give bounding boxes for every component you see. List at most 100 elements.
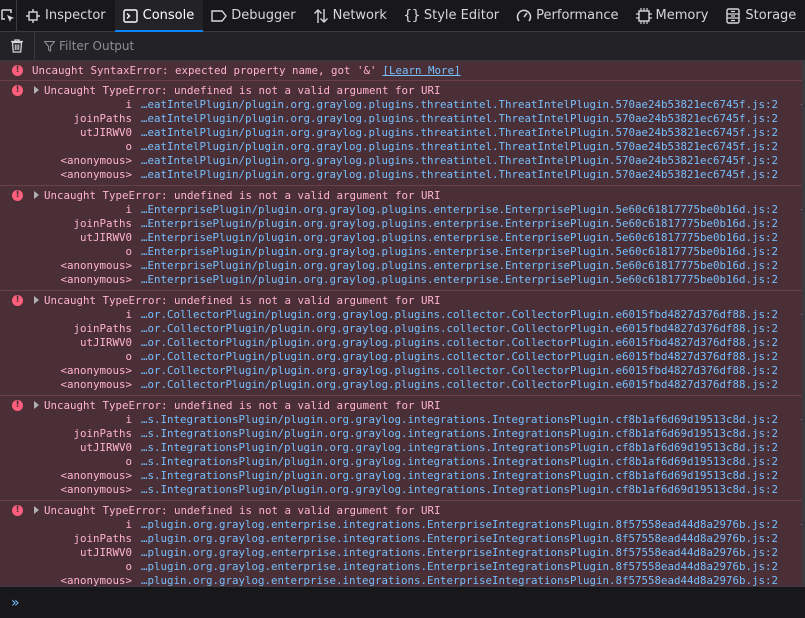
frame-source-link[interactable]: …s.IntegrationsPlugin/plugin.org.graylog… (141, 455, 778, 469)
stack-frame: <anonymous> …EnterprisePlugin/plugin.org.… (0, 259, 805, 273)
frame-source-link[interactable]: …eatIntelPlugin/plugin.org.graylog.plugi… (141, 140, 778, 154)
frame-function-name: <anonymous> (60, 483, 132, 496)
console-message[interactable]: ! Uncaught TypeError: undefined is not a … (0, 81, 805, 186)
frame-function-name: <anonymous> (60, 168, 132, 181)
stack-frame: joinPaths …EnterprisePlugin/plugin.org.gr… (0, 217, 805, 231)
expand-arrow-icon[interactable] (34, 86, 39, 94)
devtools-toolbar: Inspector Console Debugger Network {} St… (0, 0, 805, 32)
console-message[interactable]: ! Uncaught TypeError: undefined is not a … (0, 501, 805, 586)
frame-source-link[interactable]: …eatIntelPlugin/plugin.org.graylog.plugi… (141, 168, 778, 182)
frame-function-name: utJIRWV0 (79, 546, 132, 559)
frame-source-link[interactable]: …s.IntegrationsPlugin/plugin.org.graylog… (141, 483, 778, 497)
frame-source-link[interactable]: …s.IntegrationsPlugin/plugin.org.graylog… (141, 427, 778, 441)
stack-frame: joinPaths …or.CollectorPlugin/plugin.org.… (0, 322, 805, 336)
frame-source-link[interactable]: …EnterprisePlugin/plugin.org.graylog.plu… (141, 245, 778, 259)
frame-source-link[interactable]: …plugin.org.graylog.enterprise.integrati… (141, 546, 778, 560)
stack-frame: utJIRWV0 …EnterprisePlugin/plugin.org.gra… (0, 231, 805, 245)
frame-source-link[interactable]: …s.IntegrationsPlugin/plugin.org.graylog… (141, 413, 778, 427)
console-input[interactable]: » (0, 586, 805, 618)
tab-storage[interactable]: Storage (717, 0, 805, 31)
frame-function-name: i (125, 203, 132, 216)
error-message-text: Uncaught TypeError: undefined is not a v… (44, 294, 441, 307)
memory-icon (635, 7, 652, 24)
frame-function-name: joinPaths (73, 322, 132, 335)
filter-output-input[interactable] (55, 39, 359, 53)
tab-memory[interactable]: Memory (628, 0, 718, 31)
frame-source-link[interactable]: …EnterprisePlugin/plugin.org.graylog.plu… (141, 259, 778, 273)
frame-source-link[interactable]: …EnterprisePlugin/plugin.org.graylog.plu… (141, 203, 778, 217)
expand-arrow-icon[interactable] (34, 191, 39, 199)
frame-function-name: o (125, 560, 132, 573)
frame-function-name: <anonymous> (60, 378, 132, 391)
frame-source-link[interactable]: …or.CollectorPlugin/plugin.org.graylog.p… (141, 378, 778, 392)
tab-network[interactable]: Network (305, 0, 396, 31)
debugger-icon (211, 8, 228, 24)
stack-frame: <anonymous> …or.CollectorPlugin/plugin.or… (0, 378, 805, 392)
frame-source-link[interactable]: …eatIntelPlugin/plugin.org.graylog.plugi… (141, 98, 778, 112)
error-message-text: Uncaught TypeError: undefined is not a v… (44, 84, 441, 97)
filter-icon (44, 40, 55, 52)
tab-label: Console (142, 8, 195, 23)
expand-arrow-icon[interactable] (34, 401, 39, 409)
frame-source-link[interactable]: …eatIntelPlugin/plugin.org.graylog.plugi… (141, 126, 778, 140)
stack-frame: i …or.CollectorPlugin/plugin.org.graylog.… (0, 308, 805, 322)
frame-source-link[interactable]: …or.CollectorPlugin/plugin.org.graylog.p… (141, 336, 778, 350)
frame-source-link[interactable]: …EnterprisePlugin/plugin.org.graylog.plu… (141, 231, 778, 245)
frame-function-name: utJIRWV0 (79, 126, 132, 139)
tab-performance[interactable]: Performance (508, 0, 627, 31)
stack-frame: <anonymous> …or.CollectorPlugin/plugin.or… (0, 364, 805, 378)
stack-frame: <anonymous> …s.IntegrationsPlugin/plugin.… (0, 483, 805, 497)
stack-frame: joinPaths …eatIntelPlugin/plugin.org.gray… (0, 112, 805, 126)
frame-source-link[interactable]: …plugin.org.graylog.enterprise.integrati… (141, 560, 778, 574)
tab-label: Storage (745, 8, 797, 23)
frame-function-name: joinPaths (73, 112, 132, 125)
frame-function-name: utJIRWV0 (79, 441, 132, 454)
tab-inspector[interactable]: Inspector (17, 0, 115, 31)
frame-source-link[interactable]: …EnterprisePlugin/plugin.org.graylog.plu… (141, 273, 778, 287)
frame-function-name: o (125, 455, 132, 468)
frame-source-link[interactable]: …eatIntelPlugin/plugin.org.graylog.plugi… (141, 112, 778, 126)
expand-arrow-icon[interactable] (34, 296, 39, 304)
frame-source-link[interactable]: …plugin.org.graylog.enterprise.integrati… (141, 574, 778, 586)
tab-console[interactable]: Console (114, 0, 204, 32)
stack-frame: utJIRWV0 …s.IntegrationsPlugin/plugin.org… (0, 441, 805, 455)
stack-frame: utJIRWV0 …or.CollectorPlugin/plugin.org.g… (0, 336, 805, 350)
tab-label: Inspector (45, 8, 106, 23)
message-text: Uncaught TypeError: undefined is not a v… (34, 84, 441, 98)
learn-more-link[interactable]: [Learn More] (383, 64, 461, 77)
element-picker-button[interactable] (0, 0, 17, 31)
frame-source-link[interactable]: …s.IntegrationsPlugin/plugin.org.graylog… (141, 469, 778, 483)
stack-frame: i …plugin.org.graylog.enterprise.integrat… (0, 518, 805, 532)
frame-source-link[interactable]: …plugin.org.graylog.enterprise.integrati… (141, 518, 778, 532)
frame-function-name: i (125, 518, 132, 531)
error-message-text: Uncaught TypeError: undefined is not a v… (44, 399, 441, 412)
tab-label: Debugger (231, 8, 296, 23)
console-message[interactable]: ! Uncaught TypeError: undefined is not a … (0, 396, 805, 501)
frame-source-link[interactable]: …or.CollectorPlugin/plugin.org.graylog.p… (141, 308, 778, 322)
clear-output-button[interactable] (0, 32, 35, 60)
console-message[interactable]: ! Uncaught SyntaxError: expected property… (0, 61, 805, 81)
expand-arrow-icon[interactable] (34, 506, 39, 514)
stack-frame: o …s.IntegrationsPlugin/plugin.org.graylo… (0, 455, 805, 469)
console-message[interactable]: ! Uncaught TypeError: undefined is not a … (0, 186, 805, 291)
frame-function-name: o (125, 245, 132, 258)
frame-source-link[interactable]: …or.CollectorPlugin/plugin.org.graylog.p… (141, 350, 778, 364)
frame-function-name: <anonymous> (60, 259, 132, 272)
frame-function-name: joinPaths (73, 217, 132, 230)
frame-source-link[interactable]: …EnterprisePlugin/plugin.org.graylog.plu… (141, 217, 778, 231)
frame-source-link[interactable]: …s.IntegrationsPlugin/plugin.org.graylog… (141, 441, 778, 455)
stack-frame: <anonymous> …s.IntegrationsPlugin/plugin.… (0, 469, 805, 483)
stack-frame: utJIRWV0 …plugin.org.graylog.enterprise.i… (0, 546, 805, 560)
performance-icon (516, 8, 532, 24)
message-text: Uncaught TypeError: undefined is not a v… (34, 504, 441, 518)
tab-debugger[interactable]: Debugger (203, 0, 304, 31)
tab-style-editor[interactable]: {} Style Editor (396, 0, 508, 31)
frame-source-link[interactable]: …or.CollectorPlugin/plugin.org.graylog.p… (141, 322, 778, 336)
frame-source-link[interactable]: …plugin.org.graylog.enterprise.integrati… (141, 532, 778, 546)
console-message[interactable]: ! Uncaught TypeError: undefined is not a … (0, 291, 805, 396)
stack-frame: o …EnterprisePlugin/plugin.org.graylog.pl… (0, 245, 805, 259)
frame-source-link[interactable]: …eatIntelPlugin/plugin.org.graylog.plugi… (141, 154, 778, 168)
storage-icon (725, 7, 741, 24)
chevron-right-prompt-icon: » (11, 594, 20, 611)
frame-source-link[interactable]: …or.CollectorPlugin/plugin.org.graylog.p… (141, 364, 778, 378)
